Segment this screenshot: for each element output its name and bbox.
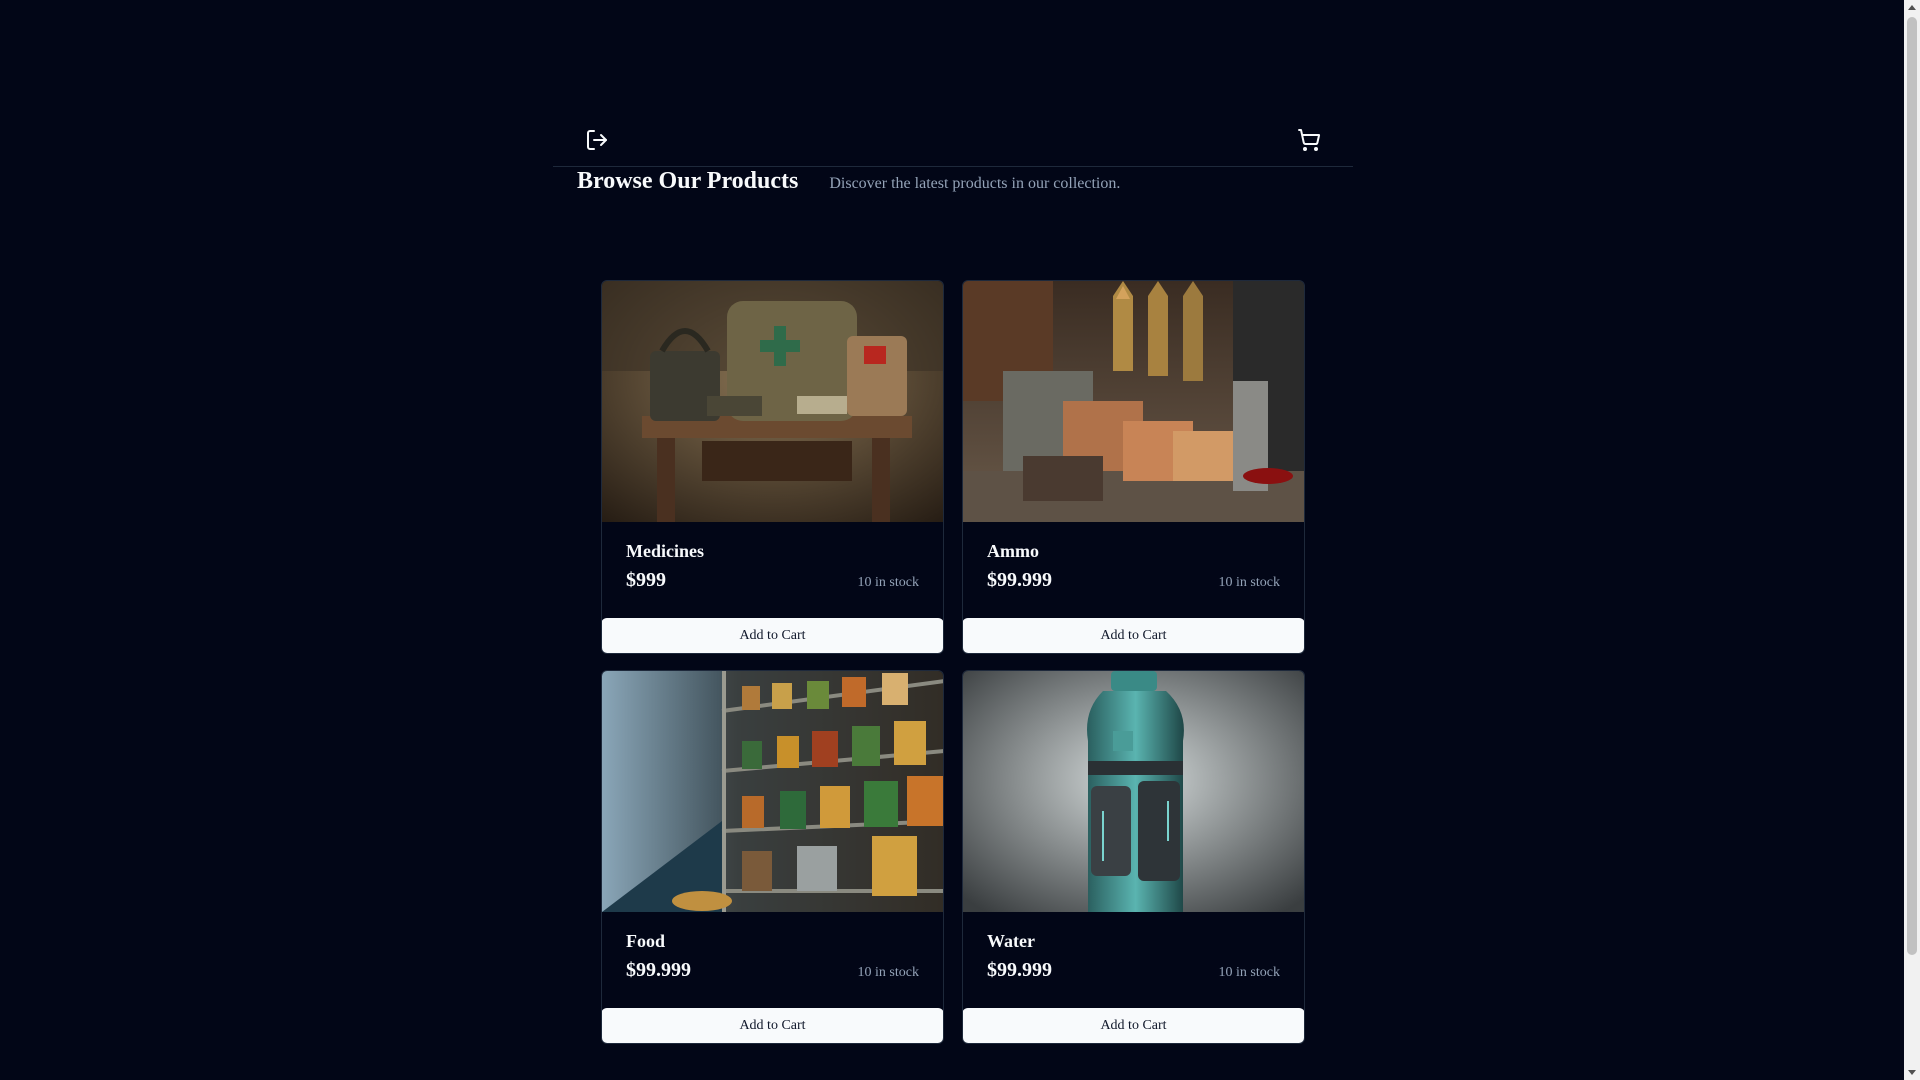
add-to-cart-button[interactable]: Add to Cart (602, 1008, 943, 1043)
stock-count: 10 in stock (1218, 575, 1280, 590)
product-name: Food (626, 931, 666, 951)
product-card: Medicines $999 10 in stock Add to Cart (601, 280, 944, 654)
logout-icon (587, 130, 607, 150)
product-image-food (602, 671, 943, 912)
product-price: $999 (626, 569, 666, 591)
shopping-cart-icon (1298, 129, 1321, 151)
product-price: $99.999 (987, 569, 1052, 591)
scroll-up-arrow-icon[interactable] (1908, 5, 1916, 10)
product-grid: Medicines $999 10 in stock Add to Cart A… (601, 280, 1305, 1044)
price-row: $999 10 in stock (626, 569, 919, 592)
product-image-medicines (602, 281, 943, 522)
product-name: Ammo (987, 541, 1039, 561)
add-to-cart-button[interactable]: Add to Cart (963, 1008, 1304, 1043)
scrollbar-thumb[interactable] (1907, 17, 1917, 955)
card-body: Medicines $999 10 in stock (602, 541, 943, 592)
product-card: Food $99.999 10 in stock Add to Cart (601, 670, 944, 1044)
add-to-cart-button[interactable]: Add to Cart (963, 618, 1304, 653)
top-bar (553, 116, 1353, 167)
card-body: Ammo $99.999 10 in stock (963, 541, 1304, 592)
price-row: $99.999 10 in stock (626, 959, 919, 982)
product-price: $99.999 (987, 959, 1052, 981)
product-price: $99.999 (626, 959, 691, 981)
logout-button[interactable] (583, 126, 611, 154)
product-image-water (963, 671, 1304, 912)
stock-count: 10 in stock (1218, 965, 1280, 980)
page-title: Browse Our Products (577, 168, 799, 194)
stock-count: 10 in stock (857, 575, 919, 590)
price-row: $99.999 10 in stock (987, 569, 1280, 592)
cart-button[interactable] (1295, 126, 1323, 154)
product-image-ammo (963, 281, 1304, 522)
vertical-scrollbar[interactable] (1904, 0, 1920, 1080)
product-name: Medicines (626, 541, 704, 561)
card-body: Food $99.999 10 in stock (602, 931, 943, 982)
card-body: Water $99.999 10 in stock (963, 931, 1304, 982)
page: Browse Our Products Discover the latest … (0, 0, 1904, 1080)
product-name: Water (987, 931, 1035, 951)
product-card: Water $99.999 10 in stock Add to Cart (962, 670, 1305, 1044)
price-row: $99.999 10 in stock (987, 959, 1280, 982)
stock-count: 10 in stock (857, 965, 919, 980)
scroll-down-arrow-icon[interactable] (1908, 1070, 1916, 1075)
add-to-cart-button[interactable]: Add to Cart (602, 618, 943, 653)
product-card: Ammo $99.999 10 in stock Add to Cart (962, 280, 1305, 654)
heading-row: Browse Our Products Discover the latest … (577, 168, 1120, 202)
page-subtitle: Discover the latest products in our coll… (829, 175, 1121, 192)
